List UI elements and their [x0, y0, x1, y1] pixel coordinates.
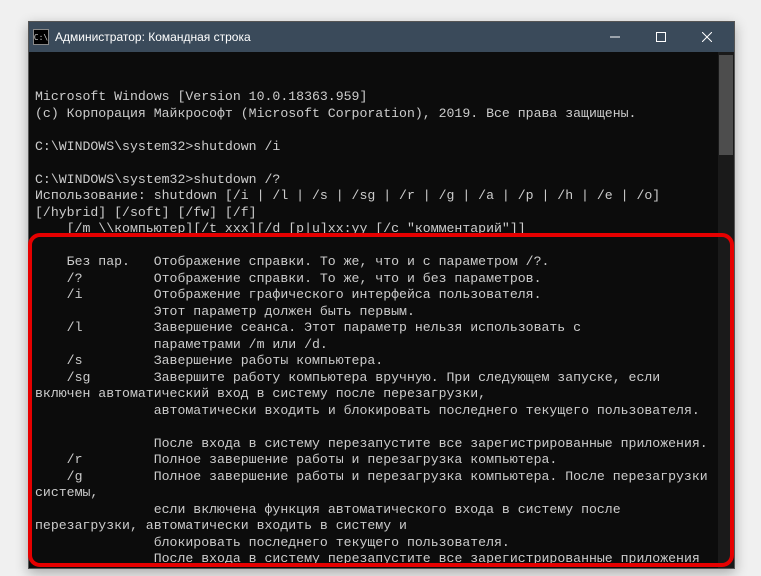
scrollbar-thumb[interactable] — [719, 55, 733, 155]
help-sg2: автоматически входить и блокировать посл… — [35, 403, 700, 418]
window-title: Администратор: Командная строка — [55, 30, 592, 44]
scrollbar[interactable] — [718, 52, 734, 568]
minimize-button[interactable] — [592, 22, 638, 52]
close-button[interactable] — [684, 22, 730, 52]
terminal-area[interactable]: Microsoft Windows [Version 10.0.18363.95… — [29, 52, 734, 568]
help-g1: /g Полное завершение работы и перезагруз… — [35, 469, 716, 501]
titlebar: C:\ Администратор: Командная строка — [29, 22, 734, 52]
help-s: /s Завершение работы компьютера. — [35, 353, 383, 368]
help-r: /r Полное завершение работы и перезагруз… — [35, 452, 557, 467]
help-sg1: /sg Завершите работу компьютера вручную.… — [35, 370, 668, 402]
prompt-line-2: C:\WINDOWS\system32>shutdown /? — [35, 172, 280, 187]
help-l2: параметрами /m или /d. — [35, 337, 328, 352]
help-sg3: После входа в систему перезапустите все … — [35, 436, 708, 451]
window-controls — [592, 22, 730, 52]
cmd-window: C:\ Администратор: Командная строка Micr… — [28, 21, 735, 569]
usage-text-1: Использование: shutdown [/i | /l | /s | … — [35, 188, 668, 220]
help-g2: если включена функция автоматического вх… — [35, 502, 629, 534]
help-g4: После входа в систему перезапустите все … — [35, 551, 700, 566]
help-g3: блокировать последнего текущего пользова… — [35, 535, 510, 550]
maximize-button[interactable] — [638, 22, 684, 52]
version-text: Microsoft Windows [Version 10.0.18363.95… — [35, 89, 367, 104]
help-i1: /i Отображение графического интерфейса п… — [35, 287, 541, 302]
usage-text-2: [/m \\компьютер][/t xxx][/d [p|u]xx:yy [… — [35, 221, 526, 236]
help-nopar: Без пар. Отображение справки. То же, что… — [35, 254, 549, 269]
terminal-output: Microsoft Windows [Version 10.0.18363.95… — [35, 89, 728, 568]
copyright-text: (c) Корпорация Майкрософт (Microsoft Cor… — [35, 106, 636, 121]
help-q: /? Отображение справки. То же, что и без… — [35, 271, 541, 286]
help-i2: Этот параметр должен быть первым. — [35, 304, 415, 319]
prompt-line-1: C:\WINDOWS\system32>shutdown /i — [35, 139, 280, 154]
help-l1: /l Завершение сеанса. Этот параметр нель… — [35, 320, 581, 335]
cmd-icon: C:\ — [33, 29, 49, 45]
